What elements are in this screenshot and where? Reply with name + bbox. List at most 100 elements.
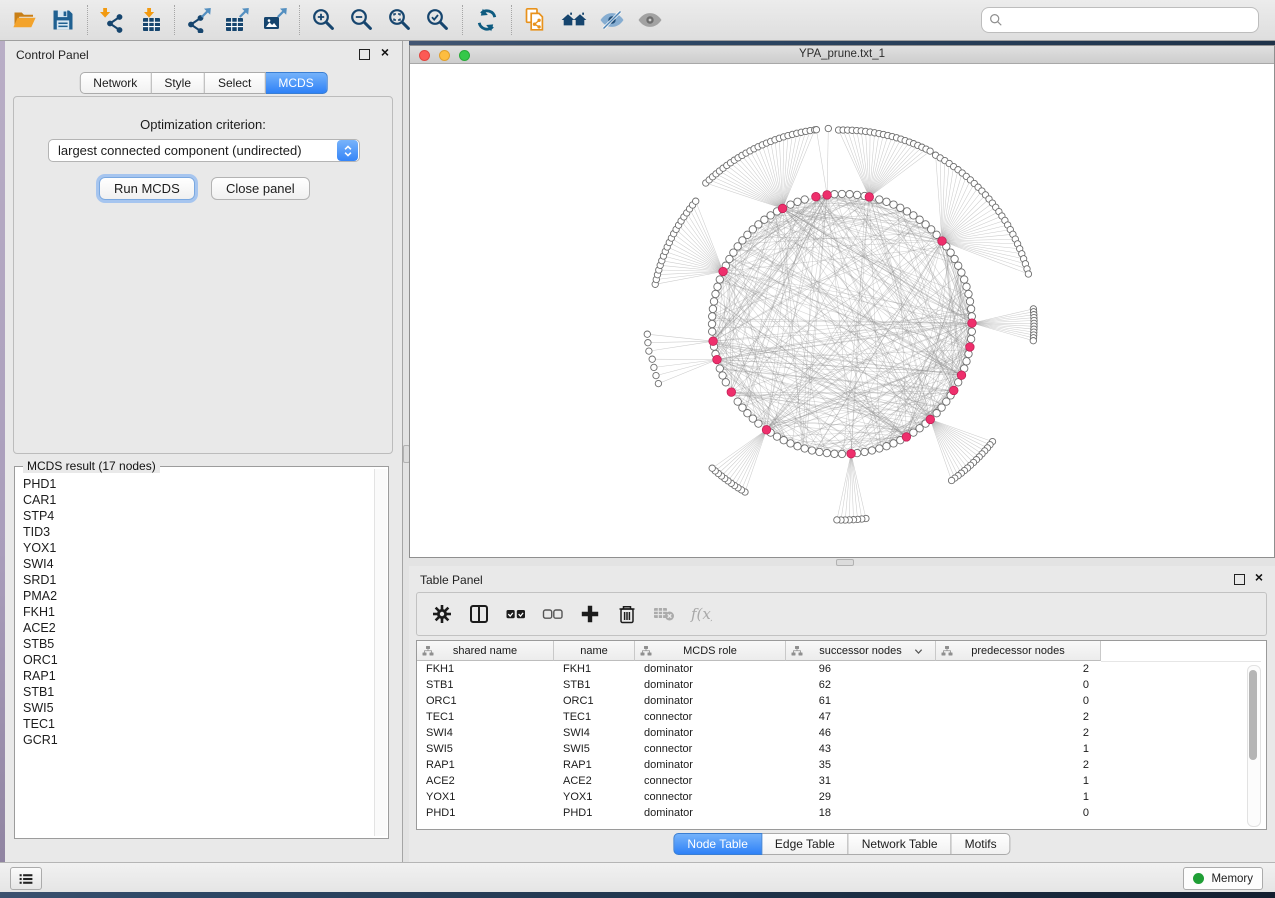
- table-cell[interactable]: 18: [786, 805, 936, 821]
- table-cell[interactable]: 0: [936, 805, 1101, 821]
- table-cell[interactable]: PHD1: [554, 805, 635, 821]
- table-cell[interactable]: ORC1: [554, 693, 635, 709]
- zoom-selected-button[interactable]: [419, 3, 457, 37]
- close-panel-button[interactable]: Close panel: [211, 177, 310, 200]
- tab-edge-table[interactable]: Edge Table: [762, 833, 849, 855]
- zoom-out-button[interactable]: [343, 3, 381, 37]
- mcds-result-item[interactable]: STB1: [23, 684, 374, 700]
- table-row[interactable]: STB1STB1dominator620: [417, 677, 1266, 693]
- add-button[interactable]: [579, 603, 601, 625]
- close-panel-icon[interactable]: ×: [381, 44, 389, 61]
- mcds-result-item[interactable]: STB5: [23, 636, 374, 652]
- float-panel-icon[interactable]: [359, 49, 370, 60]
- table-cell[interactable]: connector: [635, 709, 786, 725]
- tab-motifs[interactable]: Motifs: [952, 833, 1011, 855]
- table-row[interactable]: ORC1ORC1dominator610: [417, 693, 1266, 709]
- table-cell[interactable]: 1: [936, 789, 1101, 805]
- settings-button[interactable]: [431, 603, 453, 625]
- select-all-button[interactable]: [505, 603, 527, 625]
- mcds-result-item[interactable]: TID3: [23, 524, 374, 540]
- export-table-button[interactable]: [218, 3, 256, 37]
- import-network-button[interactable]: [93, 3, 131, 37]
- mcds-result-item[interactable]: SRD1: [23, 572, 374, 588]
- export-network-button[interactable]: [180, 3, 218, 37]
- table-cell[interactable]: 2: [936, 709, 1101, 725]
- mcds-result-item[interactable]: GCR1: [23, 732, 374, 748]
- table-cell[interactable]: 0: [936, 677, 1101, 693]
- table-cell[interactable]: TEC1: [554, 709, 635, 725]
- table-cell[interactable]: dominator: [635, 693, 786, 709]
- table-cell[interactable]: 2: [936, 661, 1101, 677]
- close-panel-icon[interactable]: ×: [1255, 569, 1263, 586]
- tab-select[interactable]: Select: [205, 72, 265, 94]
- table-cell[interactable]: STB1: [417, 677, 554, 693]
- optimization-criterion-select[interactable]: largest connected component (undirected): [48, 139, 360, 162]
- horizontal-splitter[interactable]: [409, 558, 1275, 566]
- table-cell[interactable]: SWI5: [417, 741, 554, 757]
- show-eye-button[interactable]: [631, 3, 669, 37]
- mcds-result-item[interactable]: PHD1: [23, 476, 374, 492]
- zoom-fit-button[interactable]: [381, 3, 419, 37]
- table-cell[interactable]: dominator: [635, 757, 786, 773]
- mcds-result-item[interactable]: YOX1: [23, 540, 374, 556]
- chevron-down-icon[interactable]: [914, 647, 923, 656]
- table-cell[interactable]: 1: [936, 741, 1101, 757]
- table-cell[interactable]: YOX1: [417, 789, 554, 805]
- tab-mcds[interactable]: MCDS: [265, 72, 327, 94]
- memory-button[interactable]: Memory: [1183, 867, 1263, 890]
- float-panel-icon[interactable]: [1234, 574, 1245, 585]
- table-cell[interactable]: RAP1: [554, 757, 635, 773]
- mcds-result-scrollbar[interactable]: [374, 469, 387, 836]
- table-row[interactable]: YOX1YOX1connector291: [417, 789, 1266, 805]
- table-cell[interactable]: ACE2: [554, 773, 635, 789]
- table-cell[interactable]: RAP1: [417, 757, 554, 773]
- table-row[interactable]: RAP1RAP1dominator352: [417, 757, 1266, 773]
- mcds-result-item[interactable]: ORC1: [23, 652, 374, 668]
- table-cell[interactable]: 61: [786, 693, 936, 709]
- column-header-successor-nodes[interactable]: successor nodes: [786, 641, 936, 661]
- tab-network[interactable]: Network: [79, 72, 151, 94]
- table-cell[interactable]: connector: [635, 789, 786, 805]
- table-cell[interactable]: 35: [786, 757, 936, 773]
- table-cell[interactable]: 31: [786, 773, 936, 789]
- scrollbar-thumb[interactable]: [1249, 670, 1257, 760]
- clear-selection-button[interactable]: [542, 603, 564, 625]
- table-cell[interactable]: 96: [786, 661, 936, 677]
- columns-button[interactable]: [468, 603, 490, 625]
- table-row[interactable]: SWI5SWI5connector431: [417, 741, 1266, 757]
- houses-button[interactable]: [555, 3, 593, 37]
- table-cell[interactable]: YOX1: [554, 789, 635, 805]
- splitter-grip[interactable]: [836, 559, 854, 566]
- network-window-titlebar[interactable]: YPA_prune.txt_1: [410, 46, 1274, 64]
- table-cell[interactable]: connector: [635, 773, 786, 789]
- table-cell[interactable]: PHD1: [417, 805, 554, 821]
- table-cell[interactable]: dominator: [635, 661, 786, 677]
- hide-eye-button[interactable]: [593, 3, 631, 37]
- table-cell[interactable]: STB1: [554, 677, 635, 693]
- save-session-button[interactable]: [44, 3, 82, 37]
- table-cell[interactable]: dominator: [635, 805, 786, 821]
- table-cell[interactable]: 2: [936, 757, 1101, 773]
- tab-network-table[interactable]: Network Table: [849, 833, 952, 855]
- table-cell[interactable]: SWI5: [554, 741, 635, 757]
- run-mcds-button[interactable]: Run MCDS: [99, 177, 195, 200]
- mcds-result-item[interactable]: TEC1: [23, 716, 374, 732]
- table-cell[interactable]: 46: [786, 725, 936, 741]
- delete-button[interactable]: [616, 603, 638, 625]
- table-cell[interactable]: TEC1: [417, 709, 554, 725]
- show-panels-button[interactable]: [10, 867, 42, 890]
- table-cell[interactable]: 43: [786, 741, 936, 757]
- table-cell[interactable]: SWI4: [554, 725, 635, 741]
- network-canvas[interactable]: [410, 64, 1274, 557]
- column-header-predecessor-nodes[interactable]: predecessor nodes: [936, 641, 1101, 661]
- table-cell[interactable]: dominator: [635, 677, 786, 693]
- table-cell[interactable]: connector: [635, 741, 786, 757]
- table-cell[interactable]: 29: [786, 789, 936, 805]
- export-image-button[interactable]: [256, 3, 294, 37]
- table-cell[interactable]: SWI4: [417, 725, 554, 741]
- column-header-MCDS-role[interactable]: MCDS role: [635, 641, 786, 661]
- table-cell[interactable]: dominator: [635, 725, 786, 741]
- table-cell[interactable]: FKH1: [417, 661, 554, 677]
- table-cell[interactable]: ACE2: [417, 773, 554, 789]
- table-row[interactable]: TEC1TEC1connector472: [417, 709, 1266, 725]
